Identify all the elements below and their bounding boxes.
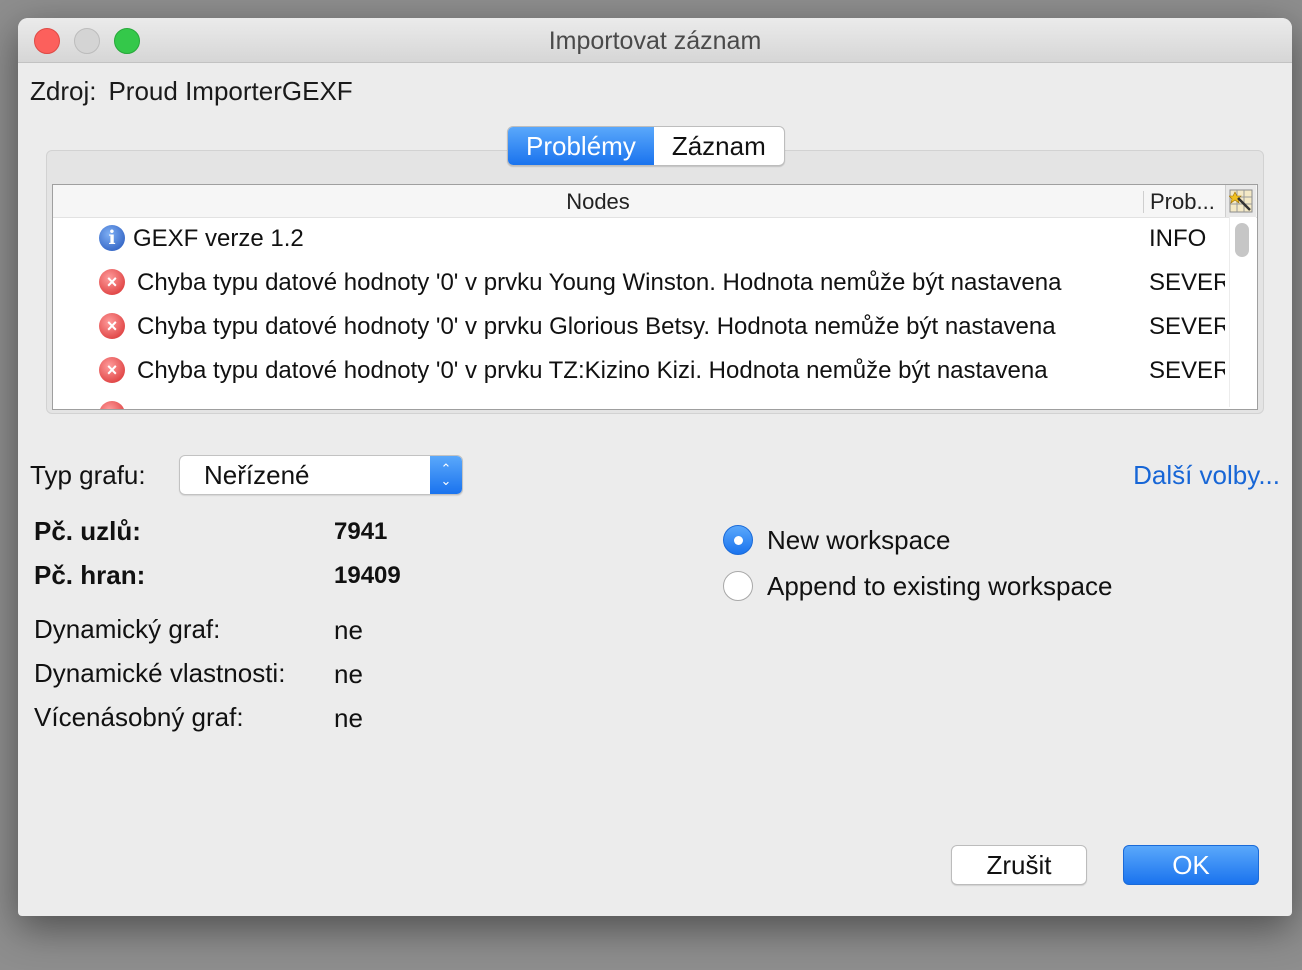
table-row[interactable]: × Chyba typu datové hodnoty '0' v prvku … xyxy=(53,305,1229,349)
nodes-count-label: Pč. uzlů: xyxy=(34,516,141,546)
graph-type-label: Typ grafu: xyxy=(30,460,146,490)
issues-list: i GEXF verze 1.2 INFO × Chyba typu datov… xyxy=(53,217,1229,409)
new-workspace-label[interactable]: New workspace xyxy=(767,525,951,556)
tab-problems[interactable]: Problémy xyxy=(508,127,654,165)
source-label: Zdroj: xyxy=(30,76,97,106)
new-workspace-option[interactable]: New workspace xyxy=(723,523,951,557)
tab-report[interactable]: Záznam xyxy=(654,127,784,165)
row-message: Chyba typu datové hodnoty '0' v prvku TZ… xyxy=(137,357,1048,384)
column-chooser-icon xyxy=(1229,189,1253,213)
new-workspace-radio[interactable] xyxy=(723,525,753,555)
table-row[interactable]: × Chyba typu datové hodnoty '0' v prvku … xyxy=(53,349,1229,393)
table-row-partial[interactable]: × xyxy=(53,393,1229,409)
append-workspace-option[interactable]: Append to existing workspace xyxy=(723,569,1112,603)
scrollbar-thumb[interactable] xyxy=(1235,223,1249,257)
graph-type-select[interactable]: Neřízené ⌃ ⌄ xyxy=(179,455,463,495)
multi-graph-value: ne xyxy=(334,703,363,733)
row-message: GEXF verze 1.2 xyxy=(133,225,304,252)
column-divider[interactable] xyxy=(1143,191,1144,213)
error-icon: × xyxy=(99,269,125,295)
more-options-link[interactable]: Další volby... xyxy=(1133,460,1280,491)
error-icon: × xyxy=(99,357,125,383)
title-bar: Importovat záznam xyxy=(18,18,1292,63)
dynamic-properties-value: ne xyxy=(334,659,363,689)
multi-graph-label: Vícenásobný graf: xyxy=(34,702,244,732)
import-report-dialog: Importovat záznam Zdroj: Proud ImporterGE… xyxy=(18,18,1292,916)
source-line: Zdroj: Proud ImporterGEXF xyxy=(30,76,353,107)
table-row[interactable]: i GEXF verze 1.2 INFO xyxy=(53,217,1229,261)
nodes-count-value: 7941 xyxy=(334,518,388,545)
table-row[interactable]: × Chyba typu datové hodnoty '0' v prvku … xyxy=(53,261,1229,305)
row-level: SEVERE xyxy=(1149,269,1225,296)
issues-table: Nodes Prob... i GEXF verze 1.2 INFO × Ch… xyxy=(52,184,1258,410)
row-level: INFO xyxy=(1149,225,1207,252)
source-value: Proud ImporterGEXF xyxy=(108,76,353,106)
row-level: SEVERE xyxy=(1149,313,1225,340)
graph-type-value: Neřízené xyxy=(204,460,310,490)
ok-button[interactable]: OK xyxy=(1123,845,1259,885)
column-header-problem[interactable]: Prob... xyxy=(1150,189,1215,215)
edges-count-value: 19409 xyxy=(334,562,401,589)
row-message: Chyba typu datové hodnoty '0' v prvku Yo… xyxy=(137,269,1062,296)
select-arrows-icon: ⌃ ⌄ xyxy=(430,456,462,494)
info-icon: i xyxy=(99,225,125,251)
error-icon: × xyxy=(99,313,125,339)
vertical-scrollbar[interactable] xyxy=(1229,217,1256,407)
table-header: Nodes Prob... xyxy=(53,185,1257,218)
edges-count-label: Pč. hran: xyxy=(34,560,146,590)
column-header-nodes[interactable]: Nodes xyxy=(53,189,1143,215)
dynamic-graph-value: ne xyxy=(334,615,363,645)
dynamic-properties-label: Dynamické vlastnosti: xyxy=(34,658,286,688)
row-level: SEVERE xyxy=(1149,357,1225,384)
window-title: Importovat záznam xyxy=(548,27,762,55)
dynamic-graph-label: Dynamický graf: xyxy=(34,614,221,644)
row-message: Chyba typu datové hodnoty '0' v prvku Gl… xyxy=(137,313,1056,340)
error-icon: × xyxy=(99,401,125,409)
append-workspace-radio[interactable] xyxy=(723,571,753,601)
tab-bar: Problémy Záznam xyxy=(507,126,785,166)
column-chooser-button[interactable] xyxy=(1225,185,1256,217)
append-workspace-label[interactable]: Append to existing workspace xyxy=(767,571,1112,602)
cancel-button[interactable]: Zrušit xyxy=(951,845,1087,885)
